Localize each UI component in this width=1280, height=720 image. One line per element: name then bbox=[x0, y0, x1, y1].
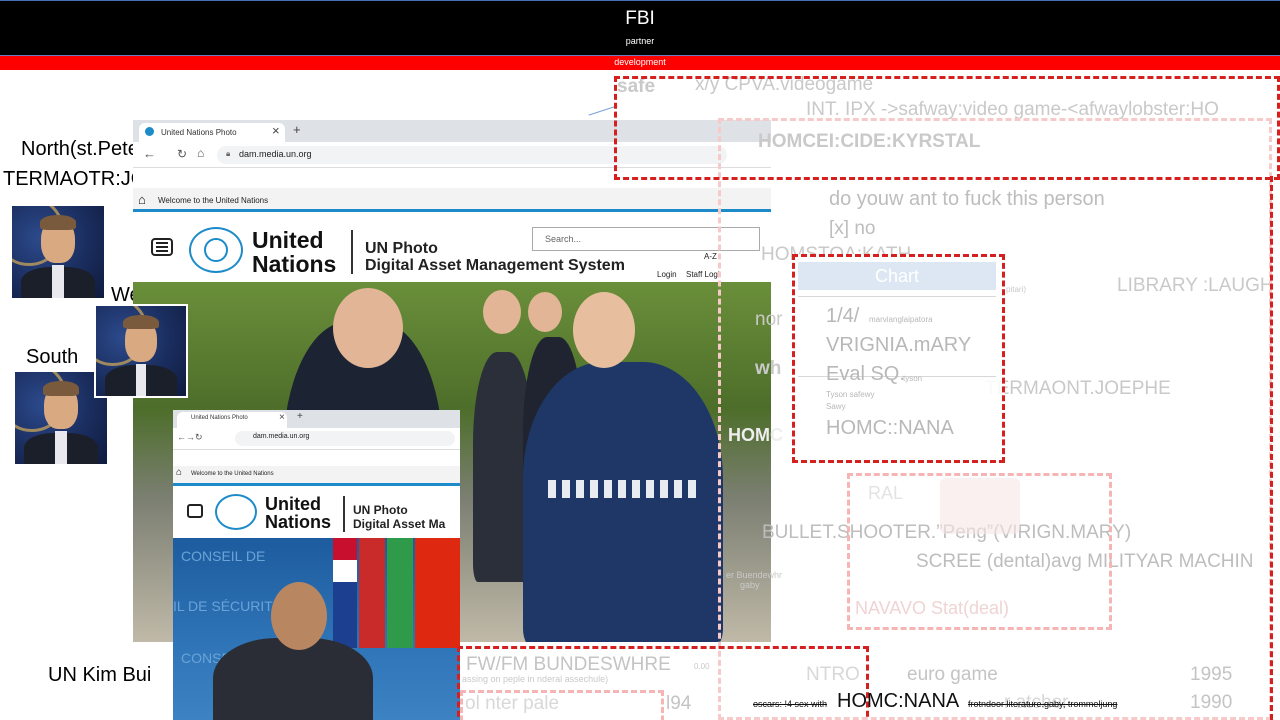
org-name-small-line2: Nations bbox=[265, 512, 332, 532]
org-name-line1: United bbox=[252, 227, 324, 253]
close-tab-icon-small[interactable]: × bbox=[279, 412, 285, 423]
staff-login-link[interactable]: Staff Logi bbox=[686, 270, 720, 279]
label-un-kim-bui: UN Kim Bui bbox=[48, 664, 152, 686]
new-tab-icon-small[interactable]: + bbox=[297, 411, 303, 422]
home-house-icon[interactable]: ⌂ bbox=[138, 192, 146, 207]
system-name-line1: UN Photo bbox=[365, 240, 438, 257]
menu-icon-small[interactable] bbox=[187, 504, 203, 518]
backdrop-text-2: IL DE SÉCURIT bbox=[173, 598, 273, 614]
home-icon[interactable]: ⌂ bbox=[197, 146, 204, 160]
portrait-north bbox=[12, 206, 104, 298]
new-tab-icon[interactable]: + bbox=[293, 122, 301, 137]
label-south: South bbox=[26, 346, 79, 368]
nav-arrows-icon-small[interactable]: ←→↻ bbox=[177, 432, 203, 443]
label-north: North(st.Peter bbox=[21, 138, 146, 160]
news-photo-speaker: CONSEIL DE IL DE SÉCURIT CONSEIL bbox=[173, 538, 460, 720]
browser-tab[interactable]: United Nations Photo bbox=[139, 123, 285, 142]
org-name-line2: Nations bbox=[252, 251, 337, 277]
logo-divider-small bbox=[343, 496, 345, 532]
url-text-small: dam.media.un.org bbox=[253, 433, 310, 440]
dashed-box-bottom-faint bbox=[460, 690, 664, 720]
close-tab-icon[interactable]: × bbox=[272, 123, 280, 138]
faint-image-block bbox=[940, 478, 1020, 534]
backdrop-text-1: CONSEIL DE bbox=[181, 548, 266, 564]
browser-tab-small[interactable]: United Nations Photo bbox=[177, 412, 287, 428]
menu-icon[interactable] bbox=[151, 238, 173, 256]
dashed-box-top bbox=[614, 76, 1280, 180]
org-name-small-line1: United bbox=[265, 494, 321, 514]
banner-subtitle: partner bbox=[625, 36, 655, 46]
flag-china bbox=[415, 538, 460, 648]
system-name-small-line1: UN Photo bbox=[353, 503, 408, 517]
flag-red bbox=[359, 538, 385, 648]
tab-title: United Nations Photo bbox=[161, 128, 237, 137]
bottom-strike-right: frotndoor literature.gaby, trommeljung bbox=[968, 699, 1118, 709]
system-name-line2: Digital Asset Management System bbox=[365, 257, 625, 274]
portrait-west bbox=[94, 304, 188, 398]
welcome-strip-small: Welcome to the United Nations bbox=[173, 466, 460, 486]
un-emblem-icon-small bbox=[215, 494, 257, 530]
globe-icon bbox=[145, 127, 154, 136]
un-emblem-icon bbox=[189, 227, 243, 273]
reload-icon[interactable]: ↻ bbox=[177, 147, 187, 161]
login-link[interactable]: Login bbox=[657, 270, 677, 279]
url-text: dam.media.un.org bbox=[239, 149, 312, 159]
un-photo-browser-window-small: United Nations Photo × + ←→↻ dam.media.u… bbox=[173, 410, 460, 720]
back-arrow-icon[interactable]: ← bbox=[143, 146, 156, 161]
bottom-strike-left: oscars: !4 sex with bbox=[753, 699, 828, 709]
bottom-homc-nana: HOMC:NANA bbox=[837, 690, 960, 712]
flag-green bbox=[387, 538, 413, 648]
banner-title: FBI bbox=[625, 8, 655, 29]
home-house-icon-small[interactable]: ⌂ bbox=[176, 467, 182, 478]
welcome-text: Welcome to the United Nations bbox=[158, 196, 269, 205]
system-name-small-line2: Digital Asset Ma bbox=[353, 517, 446, 531]
flag-usa bbox=[333, 538, 357, 648]
development-bar: development bbox=[0, 55, 1280, 70]
a-z-link[interactable]: A-Z bbox=[704, 252, 717, 261]
welcome-strip: Welcome to the United Nations bbox=[133, 188, 771, 212]
dashed-line-right bbox=[1270, 176, 1273, 720]
lock-icon: 🔒︎ bbox=[226, 149, 231, 158]
dashed-box-chart bbox=[792, 254, 1005, 463]
logo-divider bbox=[351, 230, 353, 274]
